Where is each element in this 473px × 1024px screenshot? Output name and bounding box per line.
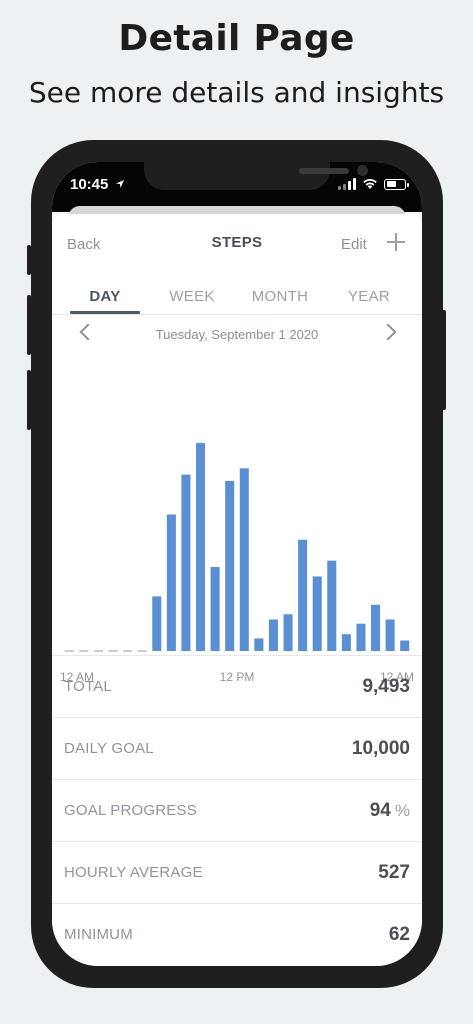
chart-bar-empty — [93, 650, 103, 652]
chart-bar — [356, 623, 366, 651]
status-icons — [338, 177, 409, 191]
stat-unit: % — [394, 801, 410, 820]
tab-week[interactable]: WEEK — [157, 288, 227, 305]
date-navigator: Tuesday, September 1 2020 — [52, 319, 422, 349]
stat-label: DAILY GOAL — [64, 740, 154, 757]
chart-bar — [327, 560, 337, 651]
stat-value: 62 — [388, 924, 410, 945]
stat-value-container: 94% — [370, 800, 410, 822]
status-time-text: 10:45 — [70, 176, 109, 193]
chart-bar — [312, 576, 322, 651]
stat-value: 9,493 — [362, 676, 410, 697]
chart-bar — [225, 480, 235, 651]
chart-bar — [210, 567, 220, 651]
chart-bar — [268, 619, 278, 651]
edit-button[interactable]: Edit — [341, 236, 367, 253]
chart-bar-empty — [108, 650, 118, 652]
stat-label: GOAL PROGRESS — [64, 802, 197, 819]
chart-bar — [152, 596, 162, 651]
chart-bar — [254, 638, 264, 651]
stat-row-total: TOTAL 9,493 — [52, 655, 422, 717]
phone-power-button — [442, 310, 446, 410]
chart-bar-empty — [64, 650, 74, 652]
stat-row-goal-progress: GOAL PROGRESS 94% — [52, 779, 422, 841]
stat-value: 10,000 — [351, 738, 410, 759]
chart-bar-empty — [137, 650, 147, 652]
speaker — [299, 168, 349, 174]
stat-row-hourly-average: HOURLY AVERAGE 527 — [52, 841, 422, 903]
battery-icon — [384, 178, 409, 190]
plus-icon[interactable] — [386, 232, 406, 252]
wifi-icon — [363, 178, 377, 189]
status-bar: 10:45 — [52, 162, 422, 212]
status-time: 10:45 — [70, 176, 125, 193]
notch — [144, 162, 368, 190]
cellular-signal-icon — [338, 178, 356, 190]
front-camera — [357, 165, 368, 176]
page-headline: Detail Page — [118, 18, 355, 59]
page-subheadline: See more details and insights — [28, 76, 445, 109]
stat-row-minimum: MINIMUM 62 — [52, 903, 422, 965]
chart-bar — [283, 614, 293, 651]
detail-card: Back STEPS Edit DAY WEEK MONTH YEAR Tues… — [52, 214, 422, 966]
period-tabs: DAY WEEK MONTH YEAR — [52, 284, 422, 315]
phone-screen: 10:45 Back STEPS Edit DAY WEEK MONTH YEA… — [52, 162, 422, 966]
chart-bar — [341, 634, 351, 651]
chart-bar-empty — [123, 650, 133, 652]
chart-bar — [181, 474, 191, 651]
chart-bar — [298, 539, 308, 651]
steps-bar-chart: 12 AM 12 PM 12 AM — [52, 359, 422, 684]
phone-volume-down — [27, 370, 31, 430]
phone-silent-switch — [27, 245, 31, 275]
phone-volume-up — [27, 295, 31, 355]
chart-bar-empty — [79, 650, 89, 652]
chart-bar — [166, 514, 176, 651]
stat-value: 527 — [378, 862, 410, 883]
tab-day[interactable]: DAY — [70, 288, 140, 305]
chart-bar — [239, 468, 249, 651]
tab-year[interactable]: YEAR — [334, 288, 404, 305]
chart-bar — [400, 640, 410, 651]
active-tab-indicator — [70, 311, 140, 314]
stat-value: 94 — [369, 800, 391, 821]
tab-month[interactable]: MONTH — [245, 288, 315, 305]
location-arrow-icon — [115, 180, 124, 188]
selected-date: Tuesday, September 1 2020 — [155, 327, 319, 342]
stat-label: HOURLY AVERAGE — [64, 864, 203, 881]
stat-row-daily-goal: DAILY GOAL 10,000 — [52, 717, 422, 779]
navigation-bar: Back STEPS Edit — [52, 214, 422, 270]
chart-bar — [371, 604, 381, 651]
chart-bar — [196, 443, 206, 651]
chart-svg: 12 AM 12 PM 12 AM — [60, 443, 414, 684]
stat-label: MINIMUM — [64, 926, 133, 943]
chart-bar — [385, 619, 395, 651]
stat-label: TOTAL — [64, 678, 112, 695]
stats-list: TOTAL 9,493 DAILY GOAL 10,000 GOAL PROGR… — [52, 655, 422, 965]
